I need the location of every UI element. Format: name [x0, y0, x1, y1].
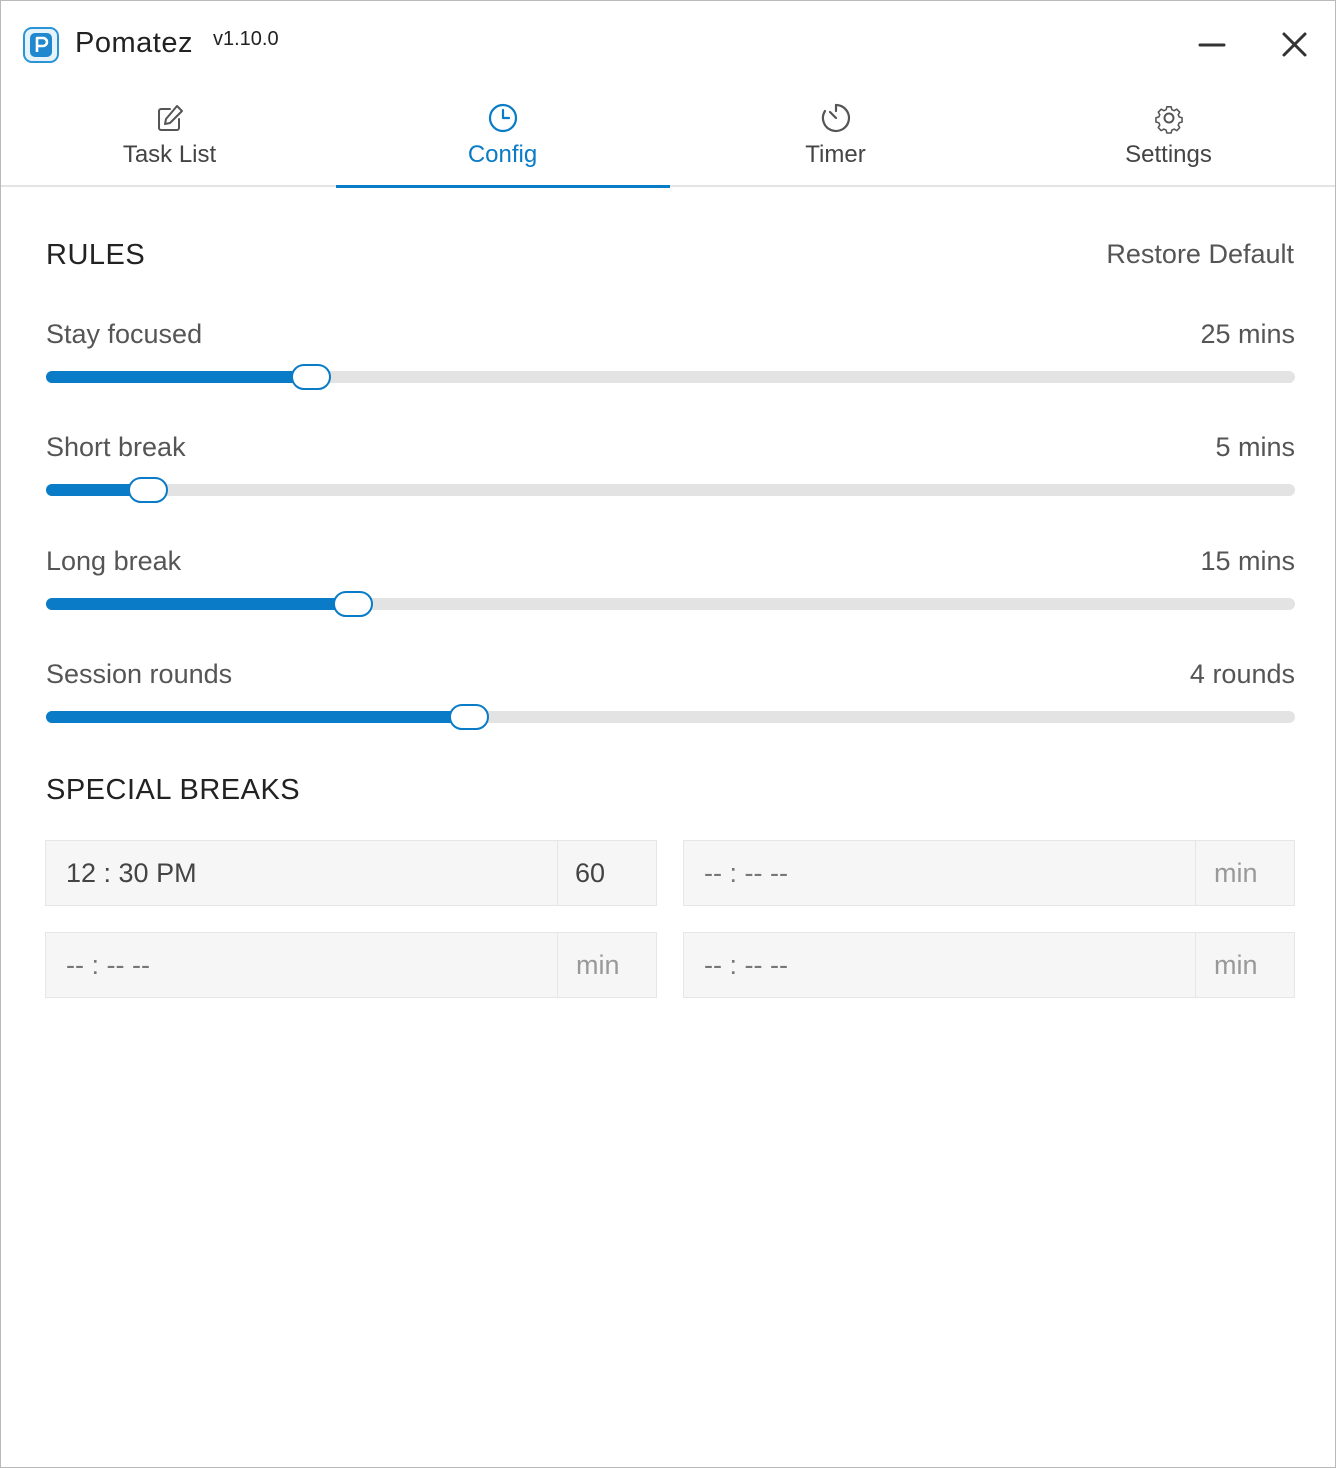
- active-tab-indicator: [336, 185, 670, 188]
- tab-label: Timer: [805, 141, 866, 168]
- tab-timer[interactable]: Timer: [669, 87, 1002, 187]
- slider-fill: [46, 598, 353, 610]
- break-time-input[interactable]: -- : -- --: [45, 932, 558, 998]
- slider-label: Stay focused: [46, 319, 203, 349]
- timer-icon: [821, 103, 850, 133]
- close-button[interactable]: [1275, 25, 1315, 65]
- slider-track[interactable]: [46, 364, 1295, 390]
- slider-value: 5 mins: [1215, 432, 1295, 462]
- slider-long-break: Long break 15 mins: [46, 546, 1295, 636]
- tab-config[interactable]: Config: [336, 87, 669, 187]
- break-time-input[interactable]: 12 : 30 PM: [45, 840, 558, 906]
- title-bar[interactable]: Pomatez v1.10.0: [1, 1, 1335, 87]
- slider-value: 15 mins: [1200, 546, 1295, 576]
- slider-value: 4 rounds: [1189, 659, 1295, 689]
- special-break-4: -- : -- -- min: [683, 932, 1295, 998]
- slider-thumb[interactable]: [333, 591, 373, 617]
- edit-icon: [157, 105, 183, 131]
- gear-icon: [1154, 106, 1183, 134]
- tab-task-list[interactable]: Task List: [3, 87, 336, 187]
- app-version: v1.10.0: [213, 28, 279, 50]
- nav-bar: Task List Config Timer Settings: [1, 87, 1335, 188]
- restore-default-button[interactable]: Restore Default: [1106, 239, 1294, 270]
- clock-icon: [488, 103, 517, 133]
- slider-track[interactable]: [46, 704, 1295, 730]
- special-breaks-heading: SPECIAL BREAKS: [46, 774, 301, 806]
- close-icon: [1282, 32, 1307, 57]
- minimize-button[interactable]: [1191, 25, 1231, 65]
- slider-thumb[interactable]: [449, 704, 489, 730]
- slider-session-rounds: Session rounds 4 rounds: [46, 659, 1295, 749]
- slider-short-break: Short break 5 mins: [46, 432, 1295, 522]
- slider-track[interactable]: [46, 591, 1295, 617]
- break-time-input[interactable]: -- : -- --: [683, 840, 1196, 906]
- special-break-2: -- : -- -- min: [683, 840, 1295, 906]
- slider-stay-focused: Stay focused 25 mins: [46, 319, 1295, 409]
- tab-label: Task List: [122, 141, 217, 168]
- slider-fill: [46, 371, 311, 383]
- slider-track[interactable]: [46, 477, 1295, 503]
- break-duration-input[interactable]: min: [1195, 932, 1295, 998]
- slider-thumb[interactable]: [291, 364, 331, 390]
- slider-fill: [46, 711, 469, 723]
- slider-label: Long break: [46, 546, 182, 576]
- slider-thumb[interactable]: [128, 477, 168, 503]
- app-window: Pomatez v1.10.0 Task List Config Timer S…: [0, 0, 1336, 1468]
- slider-label: Short break: [46, 432, 186, 462]
- special-break-1: 12 : 30 PM 60: [45, 840, 657, 906]
- minimize-icon: [1198, 43, 1226, 47]
- app-title: Pomatez: [75, 27, 193, 59]
- tab-label: Config: [467, 141, 538, 168]
- slider-value: 25 mins: [1200, 319, 1295, 349]
- tab-label: Settings: [1125, 141, 1212, 168]
- slider-label: Session rounds: [46, 659, 233, 689]
- rules-heading: RULES: [46, 239, 146, 271]
- break-time-input[interactable]: -- : -- --: [683, 932, 1196, 998]
- break-duration-input[interactable]: min: [1195, 840, 1295, 906]
- break-duration-input[interactable]: 60: [557, 840, 657, 906]
- app-logo-icon: [23, 27, 59, 63]
- break-duration-input[interactable]: min: [557, 932, 657, 998]
- special-break-3: -- : -- -- min: [45, 932, 657, 998]
- tab-settings[interactable]: Settings: [1002, 87, 1335, 187]
